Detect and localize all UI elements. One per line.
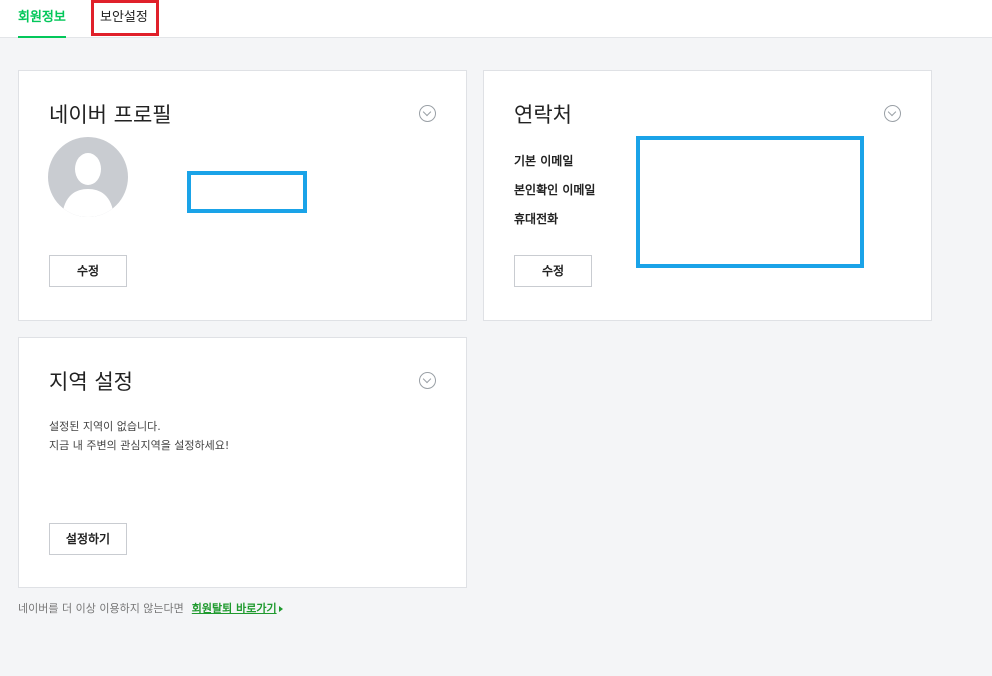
contact-label-phone: 휴대전화 bbox=[514, 212, 559, 226]
profile-card: 네이버 프로필 수정 bbox=[18, 70, 467, 321]
highlight-box-blue-name bbox=[187, 171, 307, 213]
withdraw-text: 네이버를 더 이상 이용하지 않는다면 bbox=[18, 602, 184, 615]
chevron-down-circle-icon[interactable] bbox=[419, 105, 436, 122]
contact-label-recovery-email: 본인확인 이메일 bbox=[514, 183, 596, 197]
chevron-down-circle-icon[interactable] bbox=[419, 372, 436, 389]
avatar bbox=[48, 137, 128, 217]
region-card-title: 지역 설정 bbox=[49, 370, 133, 394]
tab-member-info-label: 회원정보 bbox=[18, 10, 66, 25]
tab-bar: 회원정보 보안설정 bbox=[0, 0, 992, 38]
region-setup-button[interactable]: 설정하기 bbox=[49, 523, 127, 555]
withdraw-link-label: 회원탈퇴 바로가기 bbox=[191, 602, 277, 615]
chevron-down-circle-icon[interactable] bbox=[884, 105, 901, 122]
withdraw-footer: 네이버를 더 이상 이용하지 않는다면 회원탈퇴 바로가기 bbox=[18, 600, 283, 616]
contact-card: 연락처 기본 이메일 본인확인 이메일 휴대전화 수정 bbox=[483, 70, 932, 321]
highlight-box-blue-contact bbox=[636, 136, 864, 268]
region-prompt-text: 지금 내 주변의 관심지역을 설정하세요! bbox=[49, 439, 230, 452]
profile-card-title: 네이버 프로필 bbox=[49, 103, 172, 127]
contact-label-email: 기본 이메일 bbox=[514, 154, 574, 168]
withdraw-link[interactable]: 회원탈퇴 바로가기 bbox=[192, 602, 277, 615]
contact-card-title: 연락처 bbox=[514, 103, 572, 127]
contact-edit-button[interactable]: 수정 bbox=[514, 255, 592, 287]
avatar-silhouette-icon bbox=[62, 153, 114, 217]
active-tab-underline bbox=[18, 36, 66, 38]
region-card: 지역 설정 설정된 지역이 없습니다. 지금 내 주변의 관심지역을 설정하세요… bbox=[18, 337, 467, 588]
arrow-right-icon bbox=[278, 606, 283, 612]
highlight-box-red bbox=[91, 0, 159, 36]
tab-member-info[interactable]: 회원정보 bbox=[18, 0, 66, 38]
region-empty-text: 설정된 지역이 없습니다. bbox=[49, 420, 161, 433]
profile-edit-button[interactable]: 수정 bbox=[49, 255, 127, 287]
